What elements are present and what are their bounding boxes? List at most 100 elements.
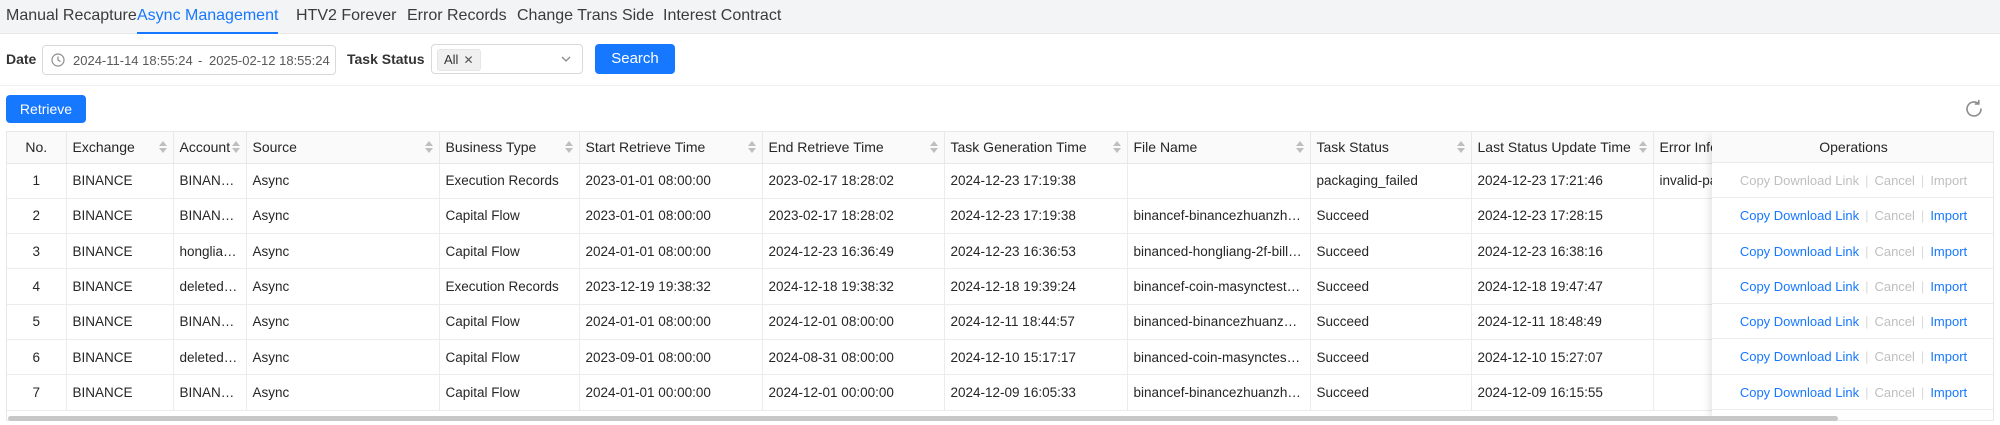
task-status-select[interactable]: All ✕ (431, 44, 583, 74)
col-header-file-name[interactable]: File Name (1127, 132, 1311, 164)
retrieve-button[interactable]: Retrieve (6, 95, 86, 123)
import-link[interactable]: Import (1930, 244, 1967, 259)
operations-cell: Copy Download Link | Cancel | Import (1712, 304, 1993, 340)
refresh-icon[interactable] (1963, 98, 1985, 120)
cell-status: packaging_failed (1310, 163, 1472, 199)
date-separator: - (198, 53, 203, 68)
cell-account: BINANC... (173, 374, 247, 411)
cell-source: Async (246, 198, 440, 235)
sort-icon[interactable] (1456, 141, 1465, 153)
copy-download-link[interactable]: Copy Download Link (1740, 244, 1859, 259)
import-link[interactable]: Import (1930, 385, 1967, 400)
tab-async-management[interactable]: Async Management (137, 0, 279, 34)
date-end-input[interactable]: 2025-02-12 18:55:24 (209, 53, 330, 68)
sort-icon[interactable] (929, 141, 938, 153)
date-start-input[interactable]: 2024-11-14 18:55:24 (73, 53, 193, 68)
cell-no: 4 (7, 268, 67, 305)
sort-icon[interactable] (1638, 141, 1647, 153)
import-link[interactable]: Import (1930, 279, 1967, 294)
sort-icon[interactable] (158, 141, 167, 153)
col-header-operations: Operations (1712, 132, 1993, 163)
col-header-label: Source (252, 139, 297, 156)
col-header-label: Task Status (1316, 139, 1389, 156)
cell-updated: 2024-12-11 18:48:49 (1471, 304, 1654, 340)
cell-source: Async (246, 163, 440, 199)
sort-icon[interactable] (747, 141, 756, 153)
col-header-label: Last Status Update Time (1477, 139, 1631, 156)
copy-download-link[interactable]: Copy Download Link (1740, 314, 1859, 329)
cell-end: 2023-02-17 18:28:02 (762, 198, 945, 235)
scrollbar-thumb[interactable] (8, 416, 1838, 421)
ops-separator: | (1920, 208, 1925, 224)
sort-icon[interactable] (231, 141, 240, 153)
cell-start: 2023-09-01 08:00:00 (579, 339, 763, 376)
col-header-exchange[interactable]: Exchange (66, 132, 174, 164)
horizontal-scrollbar[interactable] (6, 414, 1994, 422)
ops-separator: | (1920, 278, 1925, 294)
col-header-label: File Name (1133, 139, 1198, 156)
sort-icon[interactable] (424, 141, 433, 153)
col-header-account[interactable]: Account (173, 132, 247, 164)
cell-start: 2024-01-01 08:00:00 (579, 233, 763, 270)
search-button[interactable]: Search (595, 44, 675, 74)
ops-separator: | (1865, 173, 1869, 188)
tab-manual-recapture[interactable]: Manual Recapture (6, 0, 137, 34)
cell-file: binanced-hongliang-2f-bill-2... (1127, 233, 1311, 270)
tab-change-trans-side[interactable]: Change Trans Side (517, 0, 654, 34)
cell-generated: 2024-12-11 18:44:57 (944, 304, 1128, 340)
ops-separator: | (1920, 243, 1925, 259)
cancel-link: Cancel (1874, 314, 1915, 330)
import-link[interactable]: Import (1930, 208, 1967, 223)
ops-separator: | (1865, 314, 1869, 330)
cell-file: binanced-coin-masynctest-0... (1127, 339, 1311, 376)
sort-icon[interactable] (1112, 141, 1121, 153)
cell-account: BINANC... (173, 163, 247, 199)
divider (0, 85, 2000, 86)
status-tag-label: All (444, 52, 459, 67)
cell-end: 2024-08-31 08:00:00 (762, 339, 945, 376)
close-icon[interactable]: ✕ (463, 53, 473, 67)
table-row: 7 BINANCE BINANC... Async Capital Flow 2024-0… (7, 374, 1993, 411)
date-range-picker[interactable]: 2024-11-14 18:55:24 - 2025-02-12 18:55:2… (42, 45, 336, 75)
col-header-last-status-update-time[interactable]: Last Status Update Time (1471, 132, 1654, 164)
cell-generated: 2024-12-10 15:17:17 (944, 339, 1128, 376)
cell-exchange: BINANCE (66, 374, 174, 411)
col-header-source[interactable]: Source (246, 132, 440, 164)
tab-error-records[interactable]: Error Records (407, 0, 507, 34)
copy-download-link[interactable]: Copy Download Link (1740, 349, 1859, 364)
operations-cell: Copy Download Link | Cancel | Import (1712, 163, 1993, 199)
sort-icon[interactable] (564, 141, 573, 153)
cell-updated: 2024-12-23 17:28:15 (1471, 198, 1654, 235)
col-header-end-retrieve-time[interactable]: End Retrieve Time (762, 132, 945, 164)
cell-no: 6 (7, 339, 67, 376)
cell-no: 5 (7, 304, 67, 340)
cell-updated: 2024-12-23 16:38:16 (1471, 233, 1654, 270)
cell-business-type: Execution Records (439, 163, 580, 199)
ops-separator: | (1920, 173, 1925, 188)
cell-updated: 2024-12-10 15:27:07 (1471, 339, 1654, 376)
col-header-task-generation-time[interactable]: Task Generation Time (944, 132, 1128, 164)
copy-download-link[interactable]: Copy Download Link (1740, 279, 1859, 294)
import-link[interactable]: Import (1930, 314, 1967, 329)
col-header-task-status[interactable]: Task Status (1310, 132, 1472, 164)
col-header-label: Exchange (72, 139, 135, 156)
copy-download-link[interactable]: Copy Download Link (1740, 385, 1859, 400)
sort-icon[interactable] (1295, 141, 1304, 153)
tab-htv2-forever[interactable]: HTV2 Forever (296, 0, 396, 34)
col-header-label: Business Type (445, 139, 537, 156)
cell-source: Async (246, 339, 440, 376)
cell-business-type: Capital Flow (439, 304, 580, 340)
operations-cell: Copy Download Link | Cancel | Import (1712, 198, 1993, 234)
cell-exchange: BINANCE (66, 339, 174, 376)
tab-interest-contract[interactable]: Interest Contract (663, 0, 781, 34)
cell-generated: 2024-12-23 17:19:38 (944, 163, 1128, 199)
col-header-business-type[interactable]: Business Type (439, 132, 580, 164)
cell-status: Succeed (1310, 374, 1472, 411)
table-row: 5 BINANCE BINANC... Async Capital Flow 2024-0… (7, 304, 1993, 340)
col-header-start-retrieve-time[interactable]: Start Retrieve Time (579, 132, 763, 164)
cell-business-type: Capital Flow (439, 339, 580, 376)
copy-download-link[interactable]: Copy Download Link (1740, 208, 1859, 223)
cell-file: binancef-binancezhuanzhan... (1127, 198, 1311, 235)
import-link[interactable]: Import (1930, 349, 1967, 364)
table-row: 1 BINANCE BINANC... Async Execution Records 2… (7, 163, 1993, 199)
